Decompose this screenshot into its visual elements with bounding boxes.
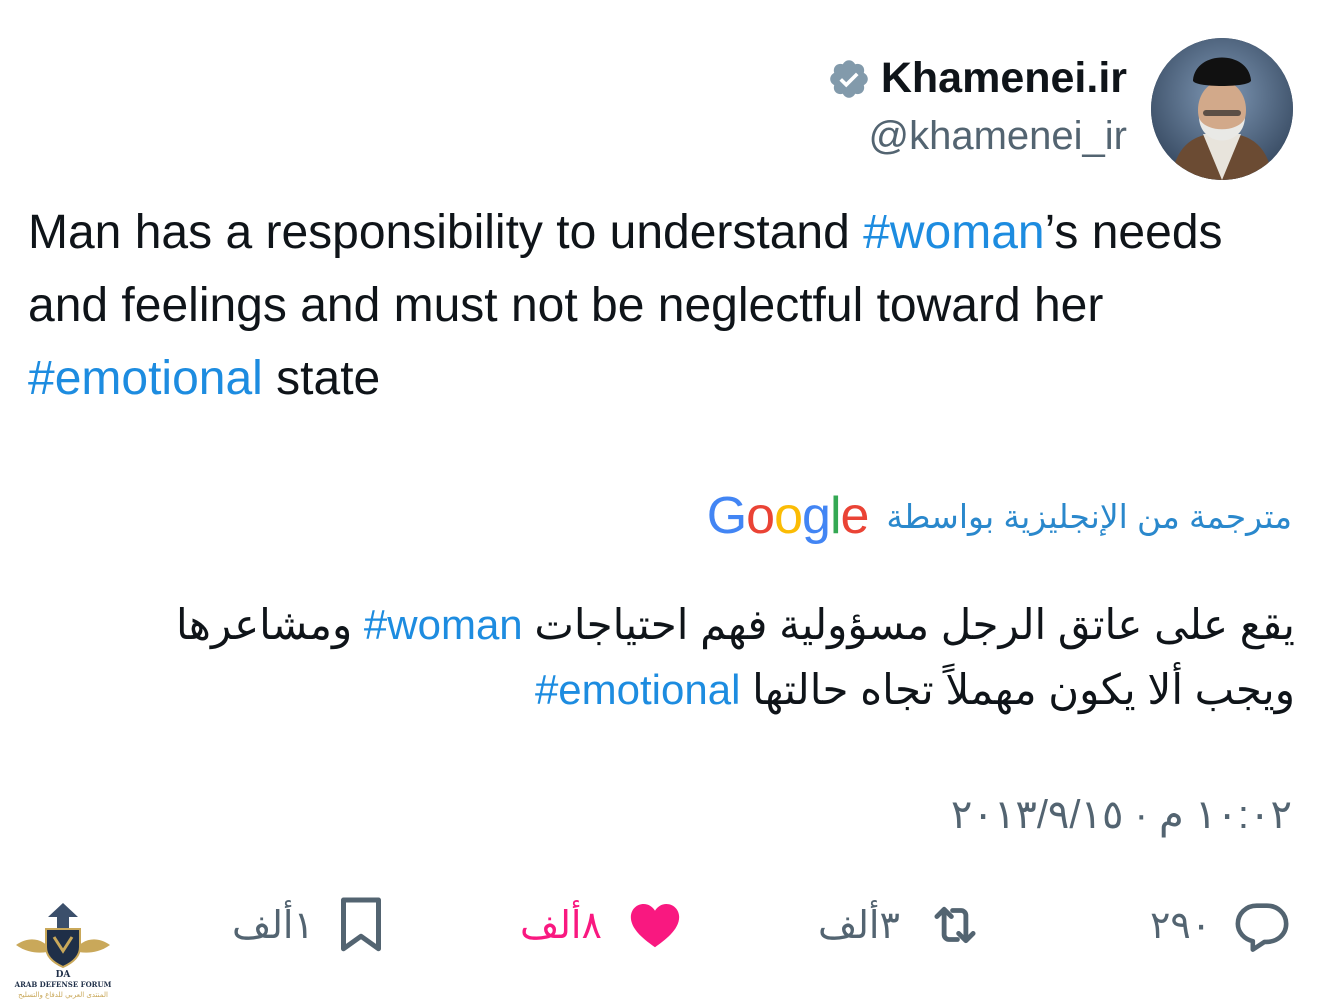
hashtag-woman[interactable]: #woman bbox=[863, 206, 1044, 259]
bookmark-button[interactable]: ١ألف bbox=[232, 880, 386, 970]
avatar[interactable] bbox=[1151, 38, 1293, 180]
reply-icon bbox=[1235, 903, 1289, 952]
google-logo: Google bbox=[706, 487, 870, 545]
bookmark-icon bbox=[340, 897, 381, 952]
translated-text-part: يقع على عاتق الرجل مسؤولية فهم احتياجات bbox=[522, 601, 1295, 648]
reply-count: ٢٩٠ bbox=[1150, 904, 1212, 947]
heart-icon bbox=[630, 903, 680, 948]
tweet-text-part: Man has a responsibility to understand bbox=[28, 206, 864, 259]
watermark-mark: DA bbox=[56, 970, 72, 980]
hashtag-emotional[interactable]: #emotional bbox=[28, 352, 263, 405]
user-handle[interactable]: @khamenei_ir bbox=[869, 114, 1128, 159]
hashtag-emotional-translated[interactable]: #emotional bbox=[535, 666, 740, 713]
tweet-timestamp[interactable]: ١٠:٠٢ م · ٢٠١٣/٩/١٥ bbox=[951, 792, 1292, 838]
reply-button[interactable]: ٢٩٠ bbox=[1150, 880, 1291, 970]
watermark-subtitle: المنتدى العربي للدفاع والتسليح bbox=[18, 991, 108, 999]
arab-defense-forum-watermark: DA ARAB DEFENSE FORUM المنتدى العربي للد… bbox=[8, 895, 118, 1000]
bookmark-count: ١ألف bbox=[232, 904, 314, 947]
tweet-text-part: state bbox=[262, 352, 381, 405]
retweet-button[interactable]: ٣ألف bbox=[818, 880, 988, 970]
watermark-title: ARAB DEFENSE FORUM bbox=[14, 980, 112, 989]
display-name[interactable]: Khamenei.ir bbox=[881, 54, 1127, 103]
verified-badge-icon bbox=[830, 59, 868, 98]
retweet-count: ٣ألف bbox=[818, 904, 900, 947]
like-count: ٨ألف bbox=[520, 904, 602, 947]
translated-label[interactable]: مترجمة من الإنجليزية بواسطة bbox=[886, 497, 1292, 536]
like-button[interactable]: ٨ألف bbox=[520, 880, 686, 970]
hashtag-woman-translated[interactable]: #woman bbox=[364, 601, 523, 648]
avatar-portrait bbox=[1151, 38, 1293, 180]
translation-attribution: Google مترجمة من الإنجليزية بواسطة bbox=[707, 486, 1292, 546]
tweet-text: Man has a responsibility to understand #… bbox=[28, 196, 1298, 415]
forum-logo-icon: DA ARAB DEFENSE FORUM المنتدى العربي للد… bbox=[14, 903, 112, 999]
author-name-row[interactable]: Khamenei.ir bbox=[827, 54, 1127, 103]
retweet-icon bbox=[934, 906, 976, 944]
translated-text: يقع على عاتق الرجل مسؤولية فهم احتياجات … bbox=[75, 592, 1295, 722]
action-bar: ٢٩٠ ٣ألف ٨ألف ١ألف bbox=[0, 880, 1320, 970]
